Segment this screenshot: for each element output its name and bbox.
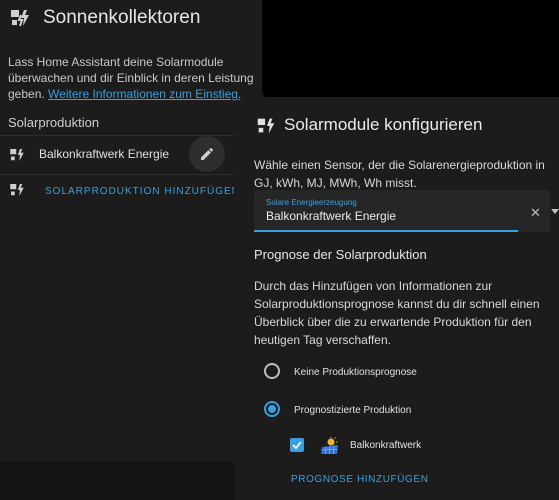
forecast-item-label: Balkonkraftwerk [350, 440, 422, 451]
chevron-down-icon[interactable] [551, 209, 559, 214]
radio-no-forecast[interactable] [264, 363, 280, 379]
sensor-input[interactable] [266, 207, 506, 225]
add-solar-production-label: SOLARPRODUKTION HINZUFÜGEN [45, 186, 240, 197]
field-underline [254, 230, 518, 232]
getting-started-link[interactable]: Weitere Informationen zum Einstieg. [48, 87, 241, 101]
add-forecast-button[interactable]: PROGNOSE HINZUFÜGEN [291, 474, 429, 485]
radio-no-forecast-label: Keine Produktionsprognose [294, 367, 417, 378]
edit-source-button[interactable] [189, 136, 225, 172]
solar-source-label: Balkonkraftwerk Energie [39, 147, 170, 161]
forecast-description: Durch das Hinzufügen von Informationen z… [254, 279, 540, 347]
card-description: Lass Home Assistant deine Solarmodule üb… [8, 54, 263, 102]
solar-power-icon [10, 184, 24, 196]
dialog-title: Solarmodule konfigurieren [284, 115, 483, 134]
card-title: Sonnenkollektoren [43, 7, 201, 28]
card-header-icon-wrap [8, 6, 32, 30]
solar-power-icon [257, 118, 275, 134]
clear-icon[interactable]: ✕ [530, 205, 541, 221]
solar-power-icon [10, 149, 24, 161]
dialog-description: Wähle einen Sensor, der die Solarenergie… [254, 158, 545, 190]
section-label: Solarproduktion [8, 115, 100, 130]
radio-forecast-production-label: Prognostizierte Produktion [294, 405, 412, 416]
pencil-icon [201, 147, 214, 160]
forecast-checkbox[interactable] [290, 438, 304, 452]
solar-power-icon [11, 10, 29, 27]
solar-sensor-select[interactable]: Solare Energieerzeugung ✕ [254, 190, 559, 232]
forecast-section-title: Prognose der Solarproduktion [254, 247, 427, 262]
forecast-solar-icon [321, 437, 338, 455]
background-area [262, 0, 559, 100]
checkmark-icon [292, 441, 302, 450]
radio-forecast-production[interactable] [264, 401, 280, 417]
sensor-field-label: Solare Energieerzeugung [266, 198, 357, 207]
configure-solar-dialog: Solarmodule konfigurieren Wähle einen Se… [234, 97, 559, 500]
